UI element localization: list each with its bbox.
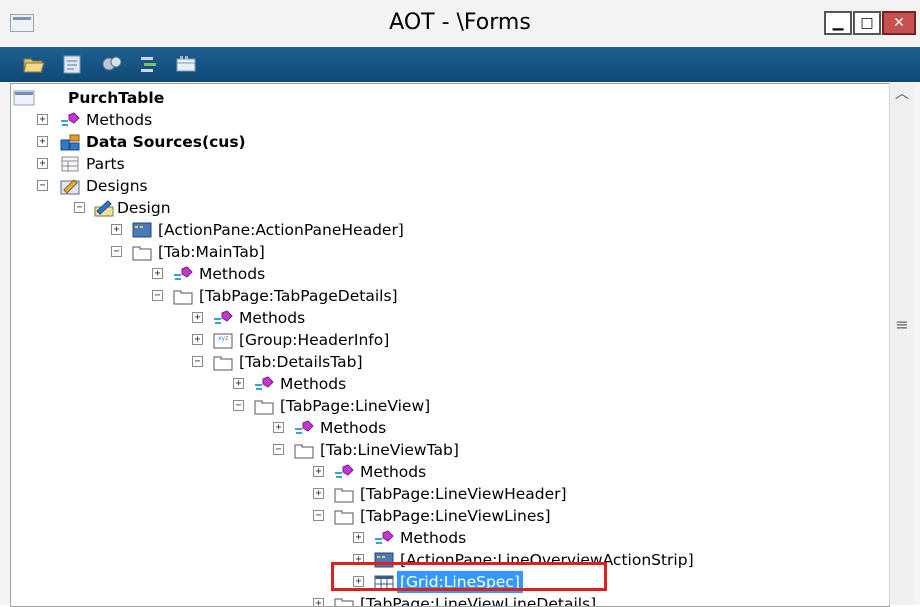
aot-tree[interactable]: PurchTable + Methods + Data Sources(cus)… [10, 83, 890, 607]
tree-item-label: Parts [86, 155, 125, 173]
tree-item-label: [ActionPane:ActionPaneHeader] [158, 221, 404, 239]
form-icon [13, 90, 35, 106]
tabpage-icon [254, 400, 274, 415]
expand-icon[interactable]: + [192, 312, 203, 323]
collapse-icon[interactable]: − [111, 246, 122, 257]
tree-item-label: Methods [280, 375, 347, 393]
collapse-icon[interactable]: − [37, 180, 48, 191]
expand-icon[interactable]: + [313, 466, 324, 477]
methods-icon [214, 310, 233, 324]
design-icon [94, 200, 114, 217]
group-icon: xyz [213, 333, 233, 349]
parts-icon [61, 156, 79, 172]
tree-item-label: [Tab:DetailsTab] [239, 353, 363, 371]
title-bar[interactable]: AOT - \Forms ▁ □ ✕ [0, 0, 920, 47]
open-icon[interactable] [22, 53, 46, 75]
toolbar [0, 47, 920, 82]
tab-icon [213, 356, 233, 371]
aot-window: AOT - \Forms ▁ □ ✕ PurchTable + Methods … [0, 0, 920, 607]
methods-icon [174, 266, 193, 280]
tabpage-icon [334, 598, 354, 606]
tabpage-icon [334, 488, 354, 503]
collapse-icon[interactable]: − [152, 290, 163, 301]
expand-icon[interactable]: + [313, 598, 324, 606]
expand-icon[interactable]: + [273, 422, 284, 433]
highlight-box [331, 562, 607, 591]
tree-item-label: Methods [239, 309, 306, 327]
tree-item-label: [TabPage:LineViewLines] [360, 507, 551, 525]
tree-item-label: [TabPage:LineView] [280, 397, 431, 415]
methods-icon [295, 420, 314, 434]
expand-icon[interactable]: + [152, 268, 163, 279]
maximize-button[interactable]: □ [853, 11, 881, 35]
datasources-icon [60, 134, 80, 151]
methods-icon [61, 112, 80, 126]
tree-item-label: Methods [86, 111, 153, 129]
layout-icon[interactable] [174, 53, 198, 75]
expand-icon[interactable]: + [353, 532, 364, 543]
sort-icon[interactable] [137, 53, 161, 75]
tree-item-label: Methods [199, 265, 266, 283]
collapse-icon[interactable]: − [273, 444, 284, 455]
expand-icon[interactable]: + [37, 136, 48, 147]
scroll-up-button[interactable]: ︿ [890, 83, 914, 105]
tree-item-label: Designs [86, 177, 148, 195]
collapse-icon[interactable]: − [233, 400, 244, 411]
tree-item-label: Methods [360, 463, 427, 481]
window-title: AOT - \Forms [389, 10, 531, 35]
expand-icon[interactable]: + [37, 114, 48, 125]
properties-icon[interactable] [60, 53, 84, 75]
tree-item-label: Methods [320, 419, 387, 437]
tab-icon [294, 444, 314, 459]
tree-item-label: [Group:HeaderInfo] [239, 331, 390, 349]
expand-icon[interactable]: + [313, 488, 324, 499]
scroll-thumb[interactable]: ≡ [895, 316, 909, 334]
expand-icon[interactable]: + [192, 334, 203, 345]
methods-icon [335, 464, 354, 478]
tab-icon [132, 246, 152, 261]
svg-text:xyz: xyz [218, 335, 228, 342]
compile-icon[interactable] [100, 53, 124, 75]
tree-item-label: [Tab:MainTab] [158, 243, 265, 261]
expand-icon[interactable]: + [233, 378, 244, 389]
tree-root-label: PurchTable [68, 89, 165, 107]
collapse-icon[interactable]: − [192, 356, 203, 367]
expand-icon[interactable]: + [37, 158, 48, 169]
tree-item-label: [TabPage:LineViewHeader] [360, 485, 567, 503]
tree-item-label: [TabPage:TabPageDetails] [199, 287, 398, 305]
collapse-icon[interactable]: − [74, 202, 85, 213]
tree-item-label: Methods [400, 529, 467, 547]
collapse-icon[interactable]: − [313, 510, 324, 521]
minimize-button[interactable]: ▁ [824, 11, 852, 35]
methods-icon [375, 530, 394, 544]
expand-icon[interactable]: + [111, 224, 122, 235]
vertical-scrollbar[interactable]: ︿ ≡ [889, 83, 914, 605]
tabpage-icon [173, 290, 193, 305]
close-button[interactable]: ✕ [882, 11, 916, 35]
methods-icon [255, 376, 274, 390]
designs-icon [60, 179, 80, 195]
tabpage-icon [334, 510, 354, 525]
tree-item-label: Data Sources(cus) [86, 133, 246, 151]
tree-item-label: [Tab:LineViewTab] [320, 441, 459, 459]
tree-item-label: Design [117, 199, 171, 217]
actionpane-icon [132, 222, 152, 238]
